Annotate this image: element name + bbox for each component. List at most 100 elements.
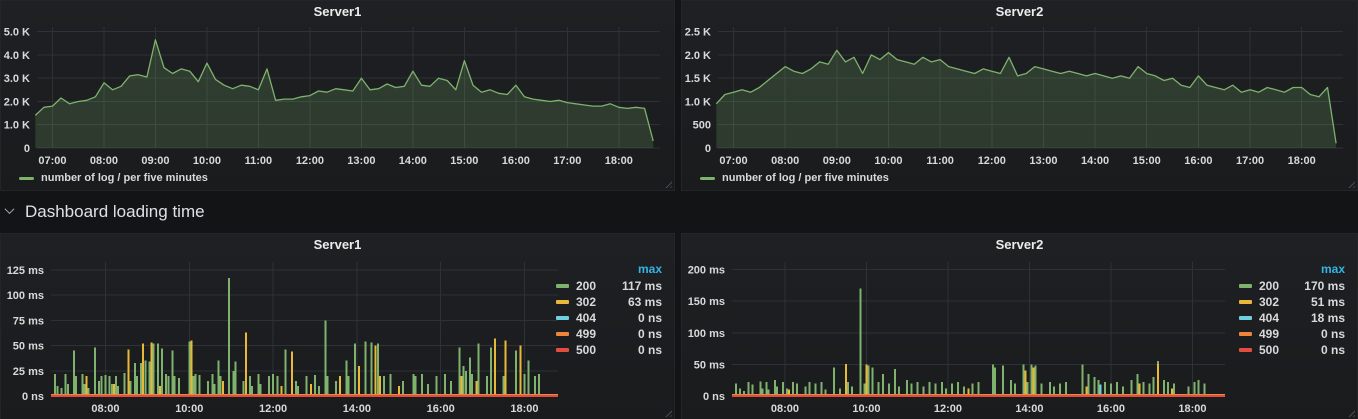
series-bar <box>462 365 465 396</box>
series-bar <box>1197 380 1200 396</box>
y-axis-tick-label: 50 ms <box>694 359 725 371</box>
y-axis-tick-label: 100 ms <box>7 290 44 302</box>
series-bar <box>244 332 247 396</box>
x-axis-tick-label: 10:00 <box>175 403 203 415</box>
series-bar <box>993 367 996 396</box>
series-bar <box>458 347 461 396</box>
series-bar <box>991 364 994 396</box>
series-bar <box>98 380 101 396</box>
series-bar <box>133 362 136 396</box>
legend-row-302[interactable]: 302 63 ms <box>556 294 664 310</box>
series-bar <box>1130 380 1133 396</box>
legend-max-header: max <box>1320 262 1345 276</box>
series-bar <box>1026 382 1029 396</box>
series-max-value: 170 ms <box>1304 279 1345 293</box>
series-bar <box>257 373 260 396</box>
y-axis-tick-label: 1.0 K <box>685 96 711 108</box>
series-bar <box>232 370 235 396</box>
row-header-dashboard-loading-time[interactable]: Dashboard loading time <box>0 191 1358 233</box>
series-bar <box>374 345 377 396</box>
series-swatch-404 <box>1239 316 1252 320</box>
series-bar <box>194 373 197 396</box>
resize-grip-icon[interactable] <box>663 179 672 188</box>
series-bar <box>460 375 463 396</box>
legend-row-200[interactable]: 200 117 ms <box>556 278 664 294</box>
series-bar <box>165 373 168 396</box>
series-max-value: 51 ms <box>1310 295 1345 309</box>
x-axis-tick-label: 10:00 <box>193 155 221 167</box>
series-bar <box>494 338 497 396</box>
series-bar <box>792 382 795 396</box>
series-bar <box>219 375 222 396</box>
series-bar <box>928 382 931 396</box>
series-bar <box>75 375 78 396</box>
x-axis-tick-label: 07:00 <box>719 155 747 167</box>
series-bar <box>1087 373 1090 396</box>
series-max-value: 0 ns <box>637 343 662 357</box>
legend-row-404[interactable]: 404 18 ms <box>1239 310 1347 326</box>
series-bar <box>845 363 848 396</box>
legend-row-500[interactable]: 500 0 ns <box>1239 342 1347 358</box>
legend-row-499[interactable]: 499 0 ns <box>1239 326 1347 342</box>
series-bar <box>378 375 381 396</box>
series-bar <box>353 343 356 396</box>
chart-server2-logs[interactable]: 07:00 08:00 09:00 10:00 11:00 12:00 13:00 14:00… <box>682 21 1357 172</box>
x-axis-tick-label: 08:00 <box>90 155 118 167</box>
panel-server2-loading-time: Server2 08:00 10:00 12:00 14:00 16:00 18:00 0 … <box>681 233 1358 419</box>
x-axis-tick-label: 07:00 <box>38 155 66 167</box>
series-max-value: 18 ms <box>1310 311 1345 325</box>
series-swatch-200 <box>556 284 569 288</box>
series-bar <box>276 375 279 396</box>
panel-title-server2[interactable]: Server2 <box>682 4 1357 19</box>
series-bar <box>376 343 379 396</box>
series-bar <box>334 380 337 396</box>
series-bar <box>1030 364 1033 396</box>
panel-title-server2-loading[interactable]: Server2 <box>682 237 1357 252</box>
series-bar <box>420 373 423 396</box>
series-bar <box>1152 377 1155 396</box>
series-swatch-404 <box>556 316 569 320</box>
panel-title-server1-loading[interactable]: Server1 <box>1 237 674 252</box>
series-bar <box>485 375 488 396</box>
legend-server1-logs[interactable]: number of log / per five minutes <box>19 170 208 186</box>
series-bar <box>152 343 155 396</box>
y-axis-tick-label: 2.0 K <box>685 50 711 62</box>
series-bar <box>1093 377 1096 396</box>
chart-server1-logs[interactable]: 07:00 08:00 09:00 10:00 11:00 12:00 13:00 14:00… <box>1 21 674 172</box>
x-axis-tick-label: 14:00 <box>1081 155 1109 167</box>
series-bar <box>414 375 417 396</box>
series-bar <box>190 340 193 396</box>
series-swatch-302 <box>1239 300 1252 304</box>
series-bar <box>54 373 57 396</box>
series-bar <box>167 375 170 396</box>
series-label: 500 <box>576 343 597 357</box>
series-bar <box>104 374 107 396</box>
y-axis-tick-label: 0 <box>24 143 30 155</box>
legend-server2-logs[interactable]: number of log / per five minutes <box>700 170 889 186</box>
series-bar <box>977 382 980 396</box>
series-bar <box>1103 382 1106 396</box>
legend-row-499[interactable]: 499 0 ns <box>556 326 664 342</box>
panel-title-server1[interactable]: Server1 <box>1 4 674 19</box>
x-axis-tick-label: 17:00 <box>553 155 581 167</box>
y-axis-tick-label: 150 ms <box>688 296 725 308</box>
series-bar <box>100 375 103 396</box>
series-bar <box>129 380 132 396</box>
series-bar <box>443 373 446 396</box>
legend-row-404[interactable]: 404 0 ns <box>556 310 664 326</box>
row-title: Dashboard loading time <box>25 202 205 221</box>
legend-row-500[interactable]: 500 0 ns <box>556 342 664 358</box>
legend-row-200[interactable]: 200 170 ms <box>1239 278 1347 294</box>
series-label: 500 <box>1259 343 1280 357</box>
x-axis-tick-label: 10:00 <box>874 155 902 167</box>
series-bar <box>142 343 145 396</box>
y-axis-tick-label: 0 ns <box>22 391 44 403</box>
y-axis-tick-label: 5.0 K <box>4 27 30 39</box>
x-axis-tick-label: 11:00 <box>245 155 273 167</box>
resize-grip-icon[interactable] <box>1346 179 1355 188</box>
legend-row-302[interactable]: 302 51 ms <box>1239 294 1347 310</box>
series-label: 499 <box>1259 327 1280 341</box>
x-axis-tick-label: 12:00 <box>259 403 287 415</box>
y-axis-tick-label: 100 ms <box>688 328 725 340</box>
y-axis-tick-label: 50 ms <box>13 341 44 353</box>
